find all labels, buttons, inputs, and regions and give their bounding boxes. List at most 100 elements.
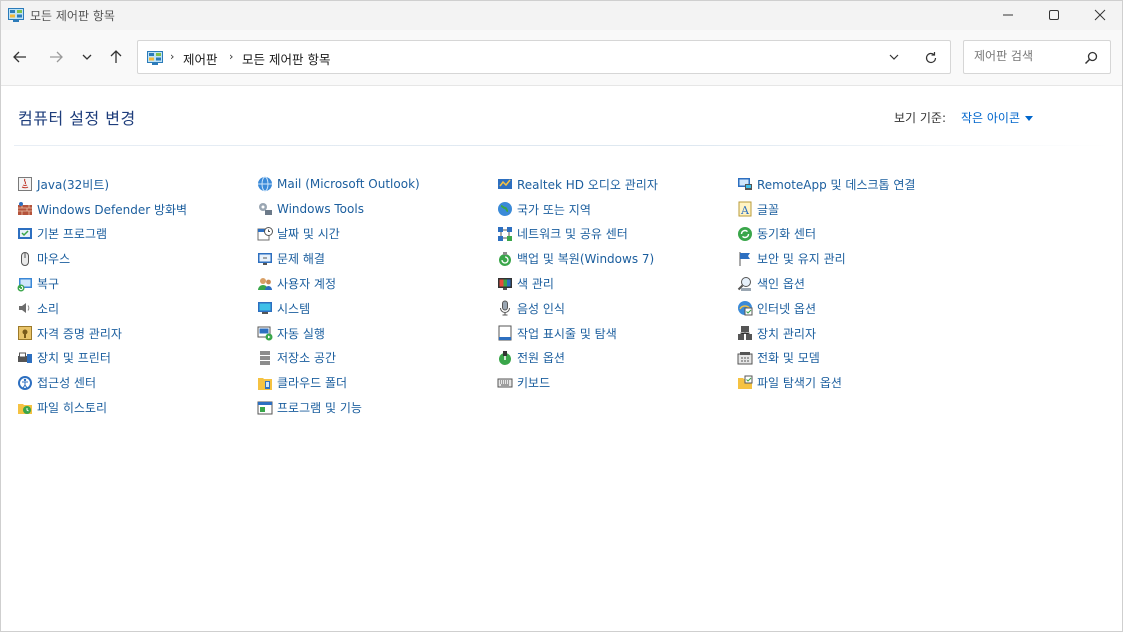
control-panel-item-label[interactable]: 색 관리 [517, 275, 554, 292]
control-panel-item-label[interactable]: 자동 실행 [277, 325, 325, 342]
user-accounts-icon[interactable] [257, 276, 273, 292]
control-panel-item[interactable]: 시스템 [257, 296, 497, 321]
sync-center-icon[interactable] [737, 226, 753, 242]
firewall-icon[interactable] [17, 201, 33, 217]
control-panel-item[interactable]: 저장소 공간 [257, 346, 497, 371]
forward-button[interactable] [45, 46, 67, 68]
speech-recognition-icon[interactable] [497, 300, 513, 316]
control-panel-item[interactable]: 자동 실행 [257, 321, 497, 346]
remoteapp-icon[interactable] [737, 176, 753, 192]
control-panel-item-label[interactable]: 자격 증명 관리자 [37, 325, 122, 342]
control-panel-item[interactable]: 보안 및 유지 관리 [737, 246, 977, 271]
control-panel-item[interactable]: 접근성 센터 [17, 370, 257, 395]
control-panel-item[interactable]: 장치 관리자 [737, 321, 977, 346]
file-explorer-options-icon[interactable] [737, 375, 753, 391]
control-panel-item[interactable]: Windows Tools [257, 197, 497, 222]
control-panel-item[interactable]: 마우스 [17, 246, 257, 271]
control-panel-item[interactable]: 문제 해결 [257, 246, 497, 271]
control-panel-item[interactable]: 장치 및 프린터 [17, 346, 257, 371]
control-panel-item[interactable]: 날짜 및 시간 [257, 222, 497, 247]
network-sharing-icon[interactable] [497, 226, 513, 242]
breadcrumb-item-control-panel[interactable]: 제어판 [183, 49, 218, 68]
control-panel-item-label[interactable]: 파일 히스토리 [37, 399, 107, 416]
caret-down-icon[interactable] [1025, 115, 1034, 121]
taskbar-icon[interactable] [497, 325, 513, 341]
search-icon[interactable] [1084, 50, 1100, 66]
control-panel-item-label[interactable]: 프로그램 및 기능 [277, 399, 362, 416]
region-icon[interactable] [497, 201, 513, 217]
control-panel-item[interactable]: 키보드 [497, 370, 737, 395]
minimize-button[interactable] [985, 0, 1031, 30]
control-panel-item-label[interactable]: 파일 탐색기 옵션 [757, 374, 842, 391]
control-panel-item[interactable]: 클라우드 폴더 [257, 370, 497, 395]
storage-spaces-icon[interactable] [257, 350, 273, 366]
control-panel-item[interactable]: 작업 표시줄 및 탐색 [497, 321, 737, 346]
recovery-icon[interactable] [17, 276, 33, 292]
control-panel-item[interactable]: 사용자 계정 [257, 271, 497, 296]
credential-manager-icon[interactable] [17, 325, 33, 341]
control-panel-item[interactable]: Windows Defender 방화벽 [17, 197, 257, 222]
control-panel-item-label[interactable]: 백업 및 복원(Windows 7) [517, 250, 654, 267]
control-panel-item[interactable]: 백업 및 복원(Windows 7) [497, 246, 737, 271]
view-by-value[interactable]: 작은 아이콘 [961, 109, 1020, 126]
refresh-button[interactable] [922, 49, 940, 67]
control-panel-item-label[interactable]: 음성 인식 [517, 300, 565, 317]
control-panel-item-label[interactable]: 작업 표시줄 및 탐색 [517, 325, 617, 342]
control-panel-item-label[interactable]: 키보드 [517, 374, 550, 391]
control-panel-item[interactable]: 동기화 센터 [737, 222, 977, 247]
control-panel-item-label[interactable]: 장치 관리자 [757, 325, 816, 342]
file-history-icon[interactable] [17, 400, 33, 416]
control-panel-item[interactable]: Realtek HD 오디오 관리자 [497, 172, 737, 197]
up-button[interactable] [105, 46, 127, 68]
keyboard-icon[interactable] [497, 375, 513, 391]
date-time-icon[interactable] [257, 226, 273, 242]
control-panel-item[interactable]: 프로그램 및 기능 [257, 395, 497, 420]
control-panel-item[interactable]: 색 관리 [497, 271, 737, 296]
control-panel-item-label[interactable]: 시스템 [277, 300, 310, 317]
security-maintenance-icon[interactable] [737, 251, 753, 267]
control-panel-item[interactable]: 기본 프로그램 [17, 222, 257, 247]
control-panel-item[interactable]: 소리 [17, 296, 257, 321]
java-icon[interactable] [17, 176, 33, 192]
address-bar[interactable]: › 제어판 › 모든 제어판 항목 [137, 40, 951, 74]
device-manager-icon[interactable] [737, 325, 753, 341]
control-panel-item[interactable]: 자격 증명 관리자 [17, 321, 257, 346]
control-panel-item-label[interactable]: 문제 해결 [277, 250, 325, 267]
recent-locations-button[interactable] [76, 46, 98, 68]
indexing-options-icon[interactable] [737, 276, 753, 292]
control-panel-item[interactable]: 네트워크 및 공유 센터 [497, 222, 737, 247]
color-management-icon[interactable] [497, 276, 513, 292]
control-panel-item-label[interactable]: 기본 프로그램 [37, 225, 107, 242]
control-panel-item[interactable]: 색인 옵션 [737, 271, 977, 296]
programs-features-icon[interactable] [257, 400, 273, 416]
control-panel-item-label[interactable]: Realtek HD 오디오 관리자 [517, 176, 658, 193]
control-panel-item[interactable]: 국가 또는 지역 [497, 197, 737, 222]
ease-of-access-icon[interactable] [17, 375, 33, 391]
breadcrumb-item-all-items[interactable]: 모든 제어판 항목 [242, 49, 330, 68]
control-panel-item[interactable]: Java(32비트) [17, 172, 257, 197]
close-button[interactable] [1077, 0, 1123, 30]
control-panel-item[interactable]: RemoteApp 및 데스크톱 연결 [737, 172, 977, 197]
control-panel-item-label[interactable]: 동기화 센터 [757, 225, 816, 242]
control-panel-item-label[interactable]: 보안 및 유지 관리 [757, 250, 846, 267]
control-panel-item-label[interactable]: Windows Tools [277, 202, 364, 216]
control-panel-item-label[interactable]: 장치 및 프린터 [37, 349, 111, 366]
control-panel-item-label[interactable]: 클라우드 폴더 [277, 374, 347, 391]
fonts-icon[interactable]: A [737, 201, 753, 217]
control-panel-item[interactable]: A 글꼴 [737, 197, 977, 222]
breadcrumb-separator-icon[interactable]: › [170, 50, 174, 63]
view-by-dropdown[interactable]: 작은 아이콘 [961, 109, 1034, 126]
control-panel-item[interactable]: 전원 옵션 [497, 346, 737, 371]
realtek-audio-icon[interactable] [497, 176, 513, 192]
control-panel-item[interactable]: Mail (Microsoft Outlook) [257, 172, 497, 197]
control-panel-item[interactable]: 전화 및 모뎀 [737, 346, 977, 371]
control-panel-item-label[interactable]: 날짜 및 시간 [277, 225, 340, 242]
control-panel-item[interactable]: 음성 인식 [497, 296, 737, 321]
control-panel-item-label[interactable]: 복구 [37, 275, 59, 292]
devices-printers-icon[interactable] [17, 350, 33, 366]
control-panel-item-label[interactable]: 국가 또는 지역 [517, 201, 591, 218]
windows-tools-icon[interactable] [257, 201, 273, 217]
back-button[interactable] [9, 46, 31, 68]
breadcrumb-separator-icon[interactable]: › [229, 50, 233, 63]
control-panel-item-label[interactable]: 사용자 계정 [277, 275, 336, 292]
